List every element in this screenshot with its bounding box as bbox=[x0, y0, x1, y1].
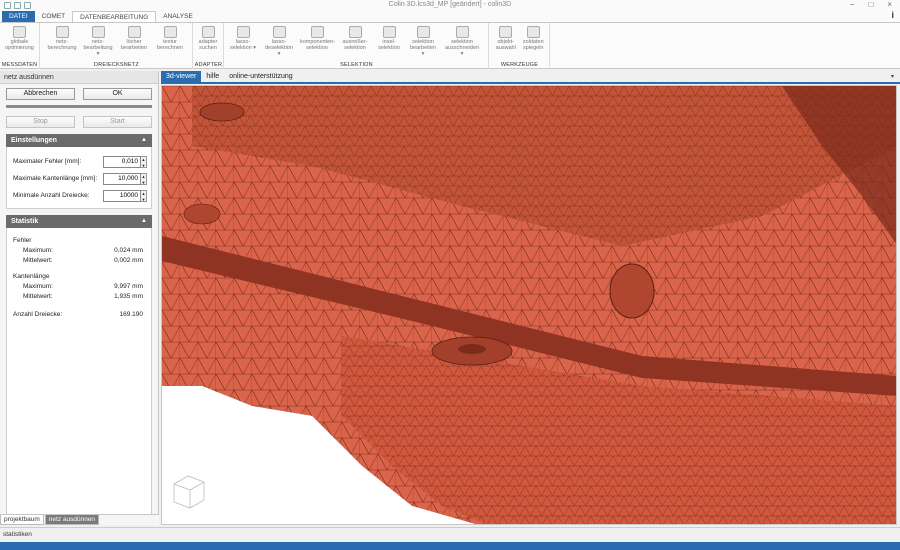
loecher-bearbeiten-button[interactable]: löcher bearbeiten bbox=[119, 25, 149, 57]
tab-datenbearbeitung[interactable]: DATENBEARBEITUNG bbox=[72, 11, 157, 22]
close-button[interactable]: × bbox=[887, 0, 892, 9]
spin-arrows-icon[interactable]: ▲ ▼ bbox=[141, 155, 147, 168]
minimize-button[interactable]: − bbox=[850, 0, 855, 9]
viewer-tabs: 3d-viewer hilfe online-unterstützung ▾ bbox=[161, 71, 900, 84]
group-label: ADAPTER bbox=[194, 62, 223, 68]
adapter-suchen-button[interactable]: adapter suchen bbox=[195, 25, 221, 51]
min-triangles-row: Minimale Anzahl Dreiecke: ▲▼ bbox=[7, 187, 151, 204]
insel-selektion-button[interactable]: insel- selektion bbox=[376, 25, 402, 57]
left-panel: netz ausdünnen Abbrechen OK Stop Start E… bbox=[0, 71, 159, 521]
texture-icon bbox=[163, 26, 177, 38]
spin-arrows-icon[interactable]: ▲ ▼ bbox=[141, 172, 147, 185]
tab-online-unterstuetzung[interactable]: online-unterstützung bbox=[224, 71, 297, 82]
tab-comet[interactable]: COMET bbox=[35, 11, 72, 22]
edge-mean-row: Mittelwert: 1,935 mm bbox=[23, 293, 143, 300]
group-werkzeuge: objekt- auswahl zoldaten spiegeln WERKZE… bbox=[490, 23, 550, 69]
cancel-button[interactable]: Abbrechen bbox=[6, 88, 75, 100]
statistics-section: Fehler Maximum: 0,024 mm Mittelwert: 0,002… bbox=[6, 228, 152, 521]
tab-projektbaum[interactable]: projektbaum bbox=[0, 515, 44, 525]
group-label: SELEKTION bbox=[340, 62, 373, 68]
error-mean-row: Mittelwert: 0,002 mm bbox=[23, 257, 143, 264]
netz-bearbeitung-button[interactable]: netz- bearbeitung ▾ bbox=[83, 25, 113, 57]
group-label: DREIECKSNETZ bbox=[94, 62, 139, 68]
bottom-accent-bar bbox=[0, 542, 900, 550]
edge-label: Kantenlänge bbox=[13, 273, 50, 280]
komponenten-selektion-button[interactable]: komponenten- selektion bbox=[300, 25, 335, 57]
group-adapter: adapter suchen ADAPTER bbox=[194, 23, 224, 69]
window-controls: − □ × bbox=[850, 0, 892, 9]
island-icon bbox=[382, 26, 396, 38]
settings-header[interactable]: Einstellungen ▲ bbox=[6, 134, 152, 147]
start-button[interactable]: Start bbox=[83, 116, 152, 128]
ausreisser-selektion-button[interactable]: ausreißer- selektion bbox=[340, 25, 370, 57]
triangles-row: Anzahl Dreiecke: 169.190 bbox=[13, 311, 143, 318]
mesh-edit-icon bbox=[91, 26, 105, 38]
textur-berechnen-button[interactable]: textur berechnen bbox=[155, 25, 185, 57]
lasso-deselektion-button[interactable]: lasso- deselektion ▾ bbox=[264, 25, 294, 57]
error-label: Fehler bbox=[13, 237, 32, 244]
group-messdaten: globale optimierung MESSDATEN bbox=[0, 23, 40, 69]
netz-berechnung-button[interactable]: netz- berechnung bbox=[47, 25, 77, 57]
selektion-bearbeiten-button[interactable]: selektion bearbeiten ▾ bbox=[408, 25, 438, 57]
group-selektion: lasso- selektion ▾ lasso- deselektion ▾ … bbox=[225, 23, 489, 69]
settings-section: Maximaler Fehler [mm]: ▲▼ Maximale Kante… bbox=[6, 147, 152, 209]
scissors-icon bbox=[455, 26, 469, 38]
optimization-icon bbox=[13, 26, 26, 38]
group-dreiecksnetz: netz- berechnung netz- bearbeitung ▾ löc… bbox=[41, 23, 193, 69]
object-select-icon bbox=[499, 26, 513, 38]
outlier-icon bbox=[348, 26, 362, 38]
globale-optimierung-button[interactable]: globale optimierung bbox=[2, 25, 37, 51]
max-error-row: Maximaler Fehler [mm]: ▲▼ bbox=[7, 153, 151, 170]
objekt-auswahl-button[interactable]: objekt- auswahl bbox=[492, 25, 520, 51]
tab-analyse[interactable]: ANALYSE bbox=[156, 11, 200, 22]
group-label: MESSDATEN bbox=[1, 62, 38, 68]
component-icon bbox=[310, 26, 324, 38]
selection-edit-icon bbox=[416, 26, 430, 38]
tab-3d-viewer[interactable]: 3d-viewer bbox=[161, 71, 202, 82]
separator bbox=[6, 105, 152, 108]
min-triangles-field[interactable] bbox=[103, 189, 141, 202]
max-edge-row: Maximale Kantenlänge [mm]: ▲▼ bbox=[7, 170, 151, 187]
adapter-icon bbox=[201, 26, 215, 38]
mesh-icon bbox=[55, 26, 69, 38]
lasso-minus-icon bbox=[272, 26, 286, 38]
panel-bottom-tabs: projektbaum netz ausdünnen bbox=[0, 514, 159, 525]
zoldaten-spiegeln-button[interactable]: zoldaten spiegeln bbox=[520, 25, 548, 51]
selektion-ausschneiden-button[interactable]: selektion ausschneiden ▾ bbox=[444, 25, 480, 57]
title-bar: Colin 3D.lcs3d_MP [geändert] - colin3D −… bbox=[0, 0, 900, 10]
status-label[interactable]: statistiken bbox=[3, 531, 32, 538]
statistics-header[interactable]: Statistik ▲ bbox=[6, 215, 152, 228]
ribbon: globale optimierung MESSDATEN netz- bere… bbox=[0, 22, 900, 69]
tab-datei[interactable]: DATEI bbox=[2, 11, 35, 22]
error-max-row: Maximum: 0,024 mm bbox=[23, 247, 143, 254]
3d-viewport[interactable] bbox=[161, 85, 897, 525]
collapse-icon: ▲ bbox=[141, 137, 147, 143]
ribbon-tabs: DATEI COMET DATENBEARBEITUNG ANALYSE i bbox=[0, 10, 900, 22]
lasso-icon bbox=[236, 26, 250, 38]
max-error-field[interactable] bbox=[103, 155, 141, 168]
window-title: Colin 3D.lcs3d_MP [geändert] - colin3D bbox=[388, 1, 512, 8]
tab-netz-ausduennen[interactable]: netz ausdünnen bbox=[44, 515, 100, 525]
mesh-render[interactable] bbox=[162, 86, 897, 525]
stop-button[interactable]: Stop bbox=[6, 116, 75, 128]
ok-button[interactable]: OK bbox=[83, 88, 152, 100]
maximize-button[interactable]: □ bbox=[868, 0, 873, 9]
help-icon[interactable]: i bbox=[891, 10, 894, 20]
max-edge-field[interactable] bbox=[103, 172, 141, 185]
collapse-icon: ▲ bbox=[141, 218, 147, 224]
lasso-selektion-button[interactable]: lasso- selektion ▾ bbox=[228, 25, 258, 57]
status-bar: statistiken bbox=[0, 527, 900, 542]
mirror-icon bbox=[526, 26, 540, 38]
tab-hilfe[interactable]: hilfe bbox=[201, 71, 224, 82]
group-label: WERKZEUGE bbox=[500, 62, 539, 68]
panel-title: netz ausdünnen bbox=[0, 71, 158, 84]
hole-fill-icon bbox=[127, 26, 141, 38]
chevron-down-icon[interactable]: ▾ bbox=[891, 73, 894, 80]
spin-arrows-icon[interactable]: ▲ ▼ bbox=[141, 189, 147, 202]
edge-max-row: Maximum: 9,997 mm bbox=[23, 283, 143, 290]
